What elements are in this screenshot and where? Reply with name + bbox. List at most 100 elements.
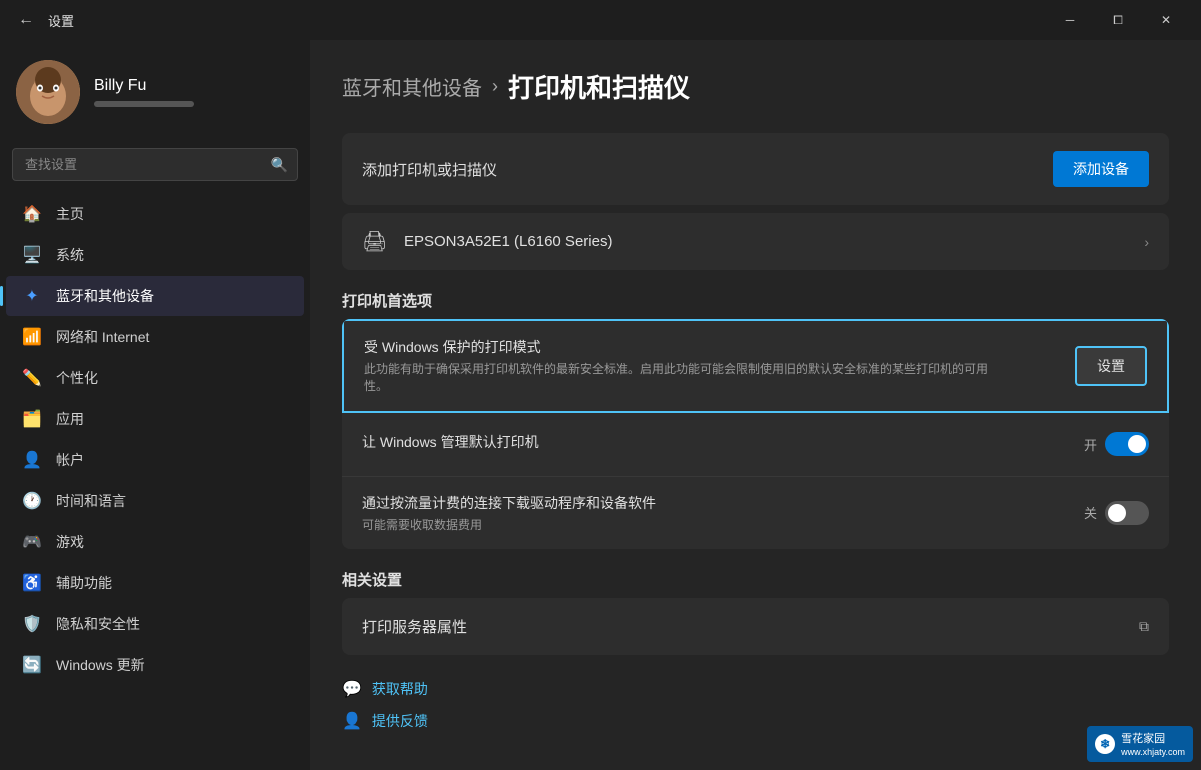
network-icon: 📶: [22, 327, 42, 347]
breadcrumb-parent[interactable]: 蓝牙和其他设备: [342, 72, 482, 101]
windows-protected-settings-button[interactable]: 设置: [1075, 346, 1147, 386]
sidebar-item-label-network: 网络和 Internet: [56, 327, 149, 347]
sidebar-item-accounts[interactable]: 👤 帐户: [6, 440, 304, 480]
user-name: Billy Fu: [94, 77, 194, 95]
gaming-icon: 🎮: [22, 532, 42, 552]
minimize-button[interactable]: ─: [1047, 4, 1093, 36]
sidebar-item-gaming[interactable]: 🎮 游戏: [6, 522, 304, 562]
print-server-row[interactable]: 打印服务器属性 ⧉: [342, 598, 1169, 655]
system-icon: 🖥️: [22, 245, 42, 265]
add-device-button[interactable]: 添加设备: [1053, 151, 1149, 187]
sidebar-item-accessibility[interactable]: ♿ 辅助功能: [6, 563, 304, 603]
privacy-icon: 🛡️: [22, 614, 42, 634]
chevron-right-icon: ›: [1144, 234, 1149, 250]
external-link-icon: ⧉: [1139, 618, 1149, 635]
printer-icon: 🖨: [362, 229, 390, 254]
home-icon: 🏠: [22, 204, 42, 224]
windows-protected-text: 受 Windows 保护的打印模式 此功能有助于确保采用打印机软件的最新安全标准…: [364, 337, 1075, 395]
sidebar-item-apps[interactable]: 🗂️ 应用: [6, 399, 304, 439]
main-layout: Billy Fu 🔍 🏠 主页 🖥️ 系统 ✦ 蓝牙和其他设备 📶 网络和 Internet ✏…: [0, 40, 1201, 770]
add-printer-card: 添加打印机或扫描仪 添加设备: [342, 133, 1169, 205]
sidebar-item-label-apps: 应用: [56, 409, 84, 429]
user-info: Billy Fu: [94, 77, 194, 107]
metered-connection-desc: 可能需要收取数据费用: [362, 517, 1002, 534]
printer-options-card: 受 Windows 保护的打印模式 此功能有助于确保采用打印机软件的最新安全标准…: [342, 319, 1169, 549]
sidebar-item-time[interactable]: 🕐 时间和语言: [6, 481, 304, 521]
related-settings-heading: 相关设置: [342, 569, 1169, 590]
bluetooth-icon: ✦: [22, 286, 42, 306]
printer-row[interactable]: 🖨 EPSON3A52E1 (L6160 Series) ›: [342, 213, 1169, 270]
metered-connection-title: 通过按流量计费的连接下载驱动程序和设备软件: [362, 493, 1084, 513]
content-area: 蓝牙和其他设备 › 打印机和扫描仪 添加打印机或扫描仪 添加设备 🖨 EPSON…: [310, 40, 1201, 770]
personalization-icon: ✏️: [22, 368, 42, 388]
apps-icon: 🗂️: [22, 409, 42, 429]
titlebar-title: 设置: [48, 11, 74, 30]
window-controls: ─ ⧠ ✕: [1047, 4, 1189, 36]
feedback-label: 提供反馈: [372, 711, 428, 731]
feedback-icon: 👤: [342, 711, 362, 731]
user-bar: [94, 101, 194, 107]
sidebar-item-network[interactable]: 📶 网络和 Internet: [6, 317, 304, 357]
accessibility-icon: ♿: [22, 573, 42, 593]
metered-toggle-thumb: [1108, 504, 1126, 522]
breadcrumb: 蓝牙和其他设备 › 打印机和扫描仪: [342, 68, 1169, 105]
sidebar-item-label-system: 系统: [56, 245, 84, 265]
search-box: 🔍: [12, 148, 298, 181]
update-icon: 🔄: [22, 655, 42, 675]
maximize-button[interactable]: ⧠: [1095, 4, 1141, 36]
sidebar-item-label-gaming: 游戏: [56, 532, 84, 552]
sidebar-item-label-accounts: 帐户: [56, 450, 84, 470]
close-button[interactable]: ✕: [1143, 4, 1189, 36]
watermark-text: 雪花家园 www.xhjaty.com: [1121, 730, 1185, 758]
manage-default-title: 让 Windows 管理默认打印机: [362, 432, 1084, 452]
metered-connection-row: 通过按流量计费的连接下载驱动程序和设备软件 可能需要收取数据费用 关: [342, 477, 1169, 550]
sidebar-item-bluetooth[interactable]: ✦ 蓝牙和其他设备: [6, 276, 304, 316]
sidebar-item-label-time: 时间和语言: [56, 491, 126, 511]
sidebar-item-privacy[interactable]: 🛡️隐私和安全性: [6, 604, 304, 644]
windows-protected-title: 受 Windows 保护的打印模式: [364, 337, 1075, 357]
sidebar-item-label-bluetooth: 蓝牙和其他设备: [56, 286, 154, 306]
breadcrumb-arrow: ›: [492, 76, 498, 97]
titlebar: ← 设置 ─ ⧠ ✕: [0, 0, 1201, 40]
manage-default-toggle-wrap: 开: [1084, 432, 1149, 456]
add-printer-row: 添加打印机或扫描仪 添加设备: [342, 133, 1169, 205]
manage-default-toggle[interactable]: [1105, 432, 1149, 456]
metered-connection-text: 通过按流量计费的连接下载驱动程序和设备软件 可能需要收取数据费用: [362, 493, 1084, 534]
printer-options-heading: 打印机首选项: [342, 290, 1169, 311]
printer-device-card: 🖨 EPSON3A52E1 (L6160 Series) ›: [342, 213, 1169, 270]
search-icon: 🔍: [271, 156, 288, 173]
windows-protected-row: 受 Windows 保护的打印模式 此功能有助于确保采用打印机软件的最新安全标准…: [342, 319, 1169, 413]
watermark-icon: ❄: [1095, 734, 1115, 754]
print-server-label: 打印服务器属性: [362, 616, 1139, 637]
metered-connection-toggle[interactable]: [1105, 501, 1149, 525]
windows-protected-desc: 此功能有助于确保采用打印机软件的最新安全标准。启用此功能可能会限制使用旧的默认安…: [364, 361, 1004, 395]
sidebar-item-home[interactable]: 🏠 主页: [6, 194, 304, 234]
manage-default-toggle-thumb: [1128, 435, 1146, 453]
avatar: [16, 60, 80, 124]
sidebar-item-label-accessibility: 辅助功能: [56, 573, 112, 593]
sidebar-item-label-home: 主页: [56, 204, 84, 224]
add-printer-label: 添加打印机或扫描仪: [362, 159, 1053, 180]
nav-items: 🏠 主页 🖥️ 系统 ✦ 蓝牙和其他设备 📶 网络和 Internet ✏️个性化 🗂️ 应用 👤 帐户…: [0, 193, 310, 686]
search-input[interactable]: [12, 148, 298, 181]
sidebar-item-label-update: Windows 更新: [56, 655, 145, 675]
metered-toggle-wrap: 关: [1084, 501, 1149, 525]
back-button[interactable]: ←: [12, 6, 40, 34]
manage-default-text: 让 Windows 管理默认打印机: [362, 432, 1084, 456]
footer-links: 💬 获取帮助 👤 提供反馈: [342, 679, 1169, 731]
sidebar-item-system[interactable]: 🖥️ 系统: [6, 235, 304, 275]
get-help-link[interactable]: 💬 获取帮助: [342, 679, 1169, 699]
printer-name: EPSON3A52E1 (L6160 Series): [404, 233, 1130, 250]
user-profile[interactable]: Billy Fu: [0, 40, 310, 144]
related-settings-section: 相关设置 打印服务器属性 ⧉: [342, 569, 1169, 655]
accounts-icon: 👤: [22, 450, 42, 470]
manage-default-toggle-label: 开: [1084, 435, 1097, 454]
sidebar-item-personalization[interactable]: ✏️个性化: [6, 358, 304, 398]
watermark: ❄ 雪花家园 www.xhjaty.com: [1087, 726, 1193, 762]
feedback-link[interactable]: 👤 提供反馈: [342, 711, 1169, 731]
sidebar-item-update[interactable]: 🔄 Windows 更新: [6, 645, 304, 685]
time-icon: 🕐: [22, 491, 42, 511]
related-settings-card: 打印服务器属性 ⧉: [342, 598, 1169, 655]
manage-default-row: 让 Windows 管理默认打印机 开: [342, 413, 1169, 477]
metered-toggle-label: 关: [1084, 503, 1097, 522]
